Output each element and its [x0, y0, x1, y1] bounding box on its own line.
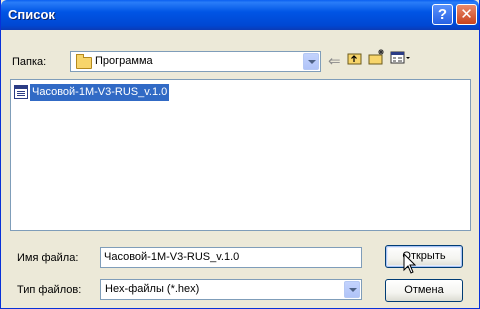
file-dialog-window: Список ? ✕ Папка: Программа ⇐ Часовой-1М… [0, 0, 480, 309]
folder-combo[interactable]: Программа [70, 51, 321, 72]
cancel-button[interactable]: Отмена [385, 279, 463, 302]
new-folder-icon[interactable] [368, 48, 386, 69]
help-icon[interactable]: ? [432, 4, 453, 25]
folder-label: Папка: [12, 56, 47, 68]
window-title: Список [8, 7, 55, 22]
file-list[interactable]: Часовой-1М-V3-RUS_v.1.0 [10, 79, 471, 231]
filetype-label: Тип файлов: [17, 284, 82, 296]
folder-value: Программа [95, 55, 153, 67]
chevron-down-icon[interactable] [303, 53, 319, 70]
file-name: Часовой-1М-V3-RUS_v.1.0 [30, 84, 170, 101]
filetype-combo[interactable]: Hex-файлы (*.hex) [100, 279, 362, 300]
mouse-cursor-icon [403, 253, 417, 274]
up-folder-icon[interactable] [347, 50, 363, 69]
open-button[interactable]: Открыть [385, 245, 463, 268]
back-arrow-icon[interactable]: ⇐ [328, 52, 341, 70]
view-menu-icon[interactable] [390, 50, 412, 69]
title-bar[interactable]: Список ? ✕ [1, 0, 479, 30]
filetype-value: Hex-файлы (*.hex) [105, 283, 200, 295]
folder-icon [76, 54, 92, 69]
chevron-down-icon[interactable] [344, 281, 360, 298]
filename-field[interactable]: Часовой-1М-V3-RUS_v.1.0 [100, 247, 362, 268]
close-icon[interactable]: ✕ [456, 4, 477, 25]
file-icon [14, 85, 28, 99]
filename-label: Имя файла: [17, 252, 79, 264]
